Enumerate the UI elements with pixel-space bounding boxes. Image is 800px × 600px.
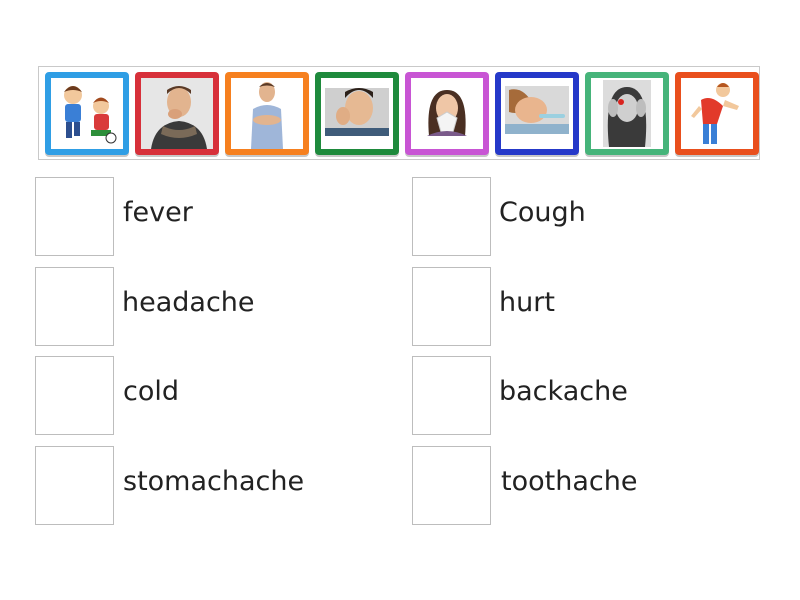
label-fever: fever xyxy=(123,197,193,228)
boys-hurt-icon xyxy=(51,78,123,149)
drop-slot-headache[interactable] xyxy=(35,267,114,346)
label-hurt: hurt xyxy=(499,287,555,318)
man-stomachache-icon xyxy=(231,78,303,149)
woman-blowing-nose-icon xyxy=(411,78,483,149)
tile-woman-headache[interactable] xyxy=(585,72,669,155)
label-toothache: toothache xyxy=(501,466,638,497)
drop-slot-cold[interactable] xyxy=(35,356,114,435)
woman-headache-icon xyxy=(591,78,663,149)
label-cold: cold xyxy=(123,376,180,407)
man-coughing-icon xyxy=(141,78,213,149)
tile-man-coughing[interactable] xyxy=(135,72,219,155)
label-cough: Cough xyxy=(499,197,586,228)
tile-man-stomachache[interactable] xyxy=(225,72,309,155)
image-tray xyxy=(38,66,760,160)
tile-woman-blowing-nose[interactable] xyxy=(405,72,489,155)
tile-child-thermometer[interactable] xyxy=(495,72,579,155)
label-backache: backache xyxy=(499,376,628,407)
drop-slot-cough[interactable] xyxy=(412,177,491,256)
tile-man-toothache[interactable] xyxy=(315,72,399,155)
man-toothache-icon xyxy=(321,78,393,149)
label-headache: headache xyxy=(122,287,255,318)
drop-slot-backache[interactable] xyxy=(412,356,491,435)
tile-man-backache[interactable] xyxy=(675,72,759,155)
label-stomachache: stomachache xyxy=(123,466,305,497)
child-thermometer-icon xyxy=(501,78,573,149)
man-backache-icon xyxy=(681,78,753,149)
drop-slot-toothache[interactable] xyxy=(412,446,491,525)
drop-slot-fever[interactable] xyxy=(35,177,114,256)
drop-slot-stomachache[interactable] xyxy=(35,446,114,525)
drop-slot-hurt[interactable] xyxy=(412,267,491,346)
tile-boys-hurt[interactable] xyxy=(45,72,129,155)
